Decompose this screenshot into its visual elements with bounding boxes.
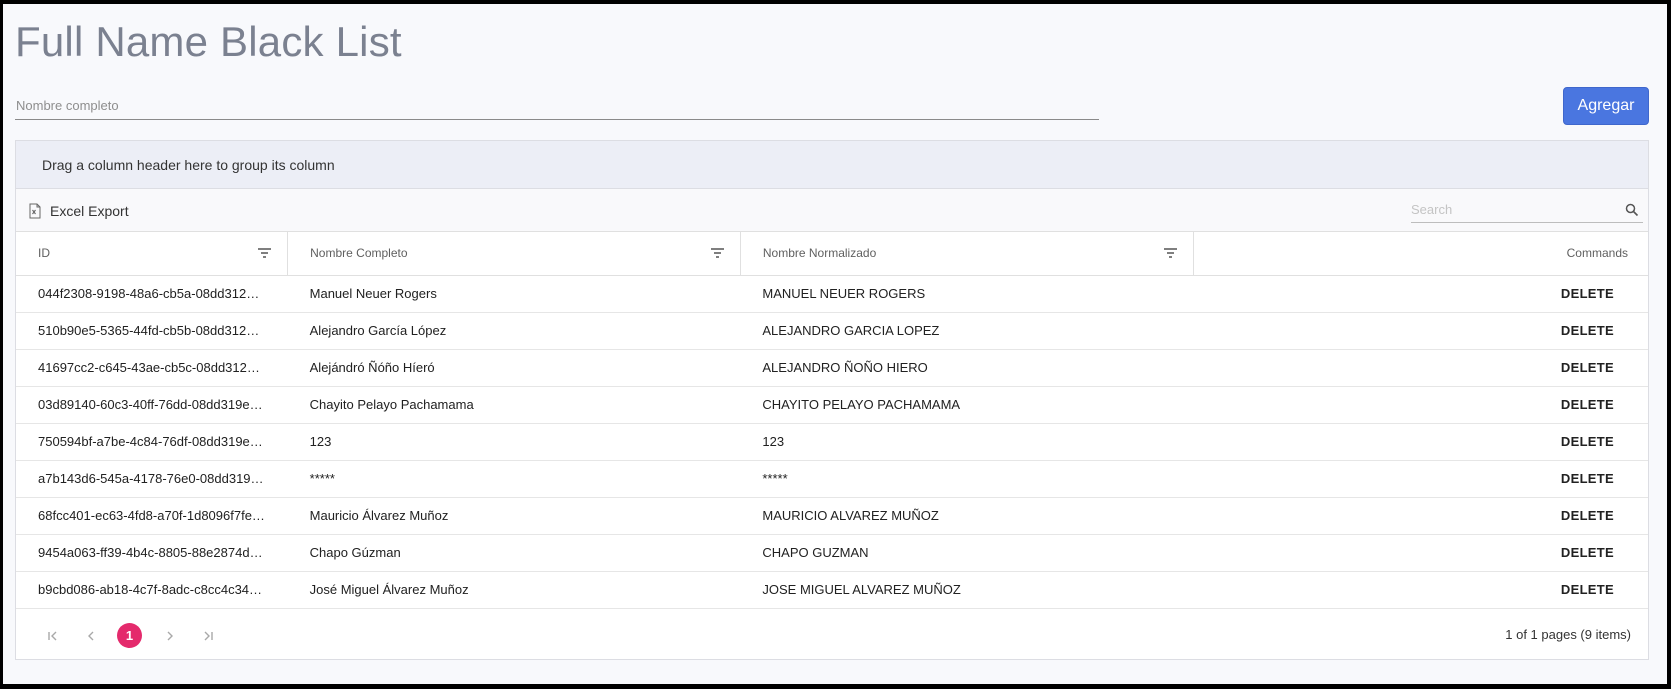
- cell-nombre-completo: Chapo Gúzman: [287, 534, 741, 572]
- cell-id: 68fcc401-ec63-4fd8-a70f-1d8096f7fe…: [16, 497, 288, 535]
- column-header-id[interactable]: ID: [16, 232, 289, 276]
- first-page-icon: [48, 631, 57, 640]
- table-row[interactable]: 750594bf-a7be-4c84-76df-08dd319ed… 123 1…: [16, 423, 1648, 461]
- next-page-icon: [167, 631, 173, 640]
- excel-export-label: Excel Export: [50, 202, 129, 219]
- search-icon[interactable]: [1625, 203, 1639, 217]
- cell-id: 510b90e5-5365-44fd-cb5b-08dd3127…: [16, 312, 288, 350]
- table-row[interactable]: b9cbd086-ab18-4c7f-8adc-c8cc4c34c… José …: [16, 571, 1648, 609]
- cell-id: 750594bf-a7be-4c84-76df-08dd319ed…: [16, 423, 288, 461]
- table-row[interactable]: 41697cc2-c645-43ae-cb5c-08dd3127… Aleján…: [16, 349, 1648, 387]
- page-title: Full Name Black List: [15, 18, 402, 65]
- cell-id: b9cbd086-ab18-4c7f-8adc-c8cc4c34c…: [16, 571, 288, 609]
- cell-nombre-completo: Mauricio Álvarez Muñoz: [287, 497, 741, 535]
- cell-id: 9454a063-ff39-4b4c-8805-88e2874de…: [16, 534, 288, 572]
- cell-commands: DELETE: [1193, 571, 1648, 609]
- filter-icon[interactable]: [1163, 247, 1177, 259]
- column-header-label: Commands: [1566, 246, 1628, 261]
- prev-page-icon: [88, 631, 94, 640]
- cell-commands: DELETE: [1193, 386, 1648, 424]
- column-header-commands: Commands: [1193, 232, 1648, 276]
- app-frame: Full Name Black List Agregar Drag a colu…: [3, 4, 1667, 684]
- table-row[interactable]: 9454a063-ff39-4b4c-8805-88e2874de… Chapo…: [16, 534, 1648, 572]
- cell-commands: DELETE: [1193, 423, 1648, 461]
- delete-button[interactable]: DELETE: [1561, 286, 1614, 301]
- column-header-nombre-completo[interactable]: Nombre Completo: [287, 232, 741, 276]
- cell-nombre-completo: *****: [287, 460, 741, 498]
- cell-nombre-completo: José Miguel Álvarez Muñoz: [287, 571, 741, 609]
- search-input[interactable]: [1411, 197, 1625, 222]
- cell-id: 044f2308-9198-48a6-cb5a-08dd3127…: [16, 275, 288, 313]
- cell-nombre-completo: Alejándró Ñóño Híeró: [287, 349, 741, 387]
- group-panel[interactable]: Drag a column header here to group its c…: [16, 141, 1648, 189]
- column-header-label: Nombre Normalizado: [762, 246, 877, 261]
- cell-commands: DELETE: [1193, 275, 1648, 313]
- add-button[interactable]: Agregar: [1563, 87, 1649, 125]
- excel-icon: [29, 203, 41, 218]
- delete-button[interactable]: DELETE: [1561, 323, 1614, 338]
- next-page-button[interactable]: [155, 621, 185, 651]
- cell-nombre-normalizado: JOSE MIGUEL ALVAREZ MUÑOZ: [740, 571, 1194, 609]
- table-row[interactable]: a7b143d6-545a-4178-76e0-08dd319e… ***** …: [16, 460, 1648, 498]
- table-row[interactable]: 03d89140-60c3-40ff-76dd-08dd319ed… Chayi…: [16, 386, 1648, 424]
- last-page-icon: [204, 631, 213, 640]
- column-header-label: Nombre Completo: [310, 246, 408, 261]
- last-page-button[interactable]: [193, 621, 223, 651]
- data-grid: Drag a column header here to group its c…: [15, 140, 1649, 660]
- delete-button[interactable]: DELETE: [1561, 508, 1614, 523]
- delete-button[interactable]: DELETE: [1561, 471, 1614, 486]
- first-page-button[interactable]: [38, 621, 68, 651]
- delete-button[interactable]: DELETE: [1561, 360, 1614, 375]
- page-number-current[interactable]: 1: [117, 623, 142, 648]
- delete-button[interactable]: DELETE: [1561, 434, 1614, 449]
- cell-commands: DELETE: [1193, 497, 1648, 535]
- full-name-input[interactable]: [15, 92, 1099, 120]
- filter-icon[interactable]: [710, 247, 724, 259]
- column-header-nombre-normalizado[interactable]: Nombre Normalizado: [740, 232, 1194, 276]
- table-row[interactable]: 68fcc401-ec63-4fd8-a70f-1d8096f7fe… Maur…: [16, 497, 1648, 535]
- cell-id: 41697cc2-c645-43ae-cb5c-08dd3127…: [16, 349, 288, 387]
- cell-nombre-completo: Manuel Neuer Rogers: [287, 275, 741, 313]
- cell-commands: DELETE: [1193, 460, 1648, 498]
- delete-button[interactable]: DELETE: [1561, 397, 1614, 412]
- delete-button[interactable]: DELETE: [1561, 545, 1614, 560]
- delete-button[interactable]: DELETE: [1561, 582, 1614, 597]
- pager: 1 1 of 1 pages (9 items): [16, 612, 1648, 659]
- cell-nombre-normalizado: CHAPO GUZMAN: [740, 534, 1194, 572]
- column-header-label: ID: [38, 246, 50, 261]
- grid-toolbar: Excel Export: [16, 189, 1648, 232]
- cell-id: a7b143d6-545a-4178-76e0-08dd319e…: [16, 460, 288, 498]
- cell-nombre-completo: Alejandro García López: [287, 312, 741, 350]
- cell-nombre-completo: 123: [287, 423, 741, 461]
- pager-info: 1 of 1 pages (9 items): [1505, 627, 1631, 642]
- cell-nombre-normalizado: MANUEL NEUER ROGERS: [740, 275, 1194, 313]
- cell-id: 03d89140-60c3-40ff-76dd-08dd319ed…: [16, 386, 288, 424]
- table-row[interactable]: 044f2308-9198-48a6-cb5a-08dd3127… Manuel…: [16, 275, 1648, 313]
- cell-nombre-normalizado: MAURICIO ALVAREZ MUÑOZ: [740, 497, 1194, 535]
- cell-commands: DELETE: [1193, 349, 1648, 387]
- excel-export-button[interactable]: Excel Export: [28, 189, 129, 232]
- grid-table: ID Nombre Completo Nombre Normalizado Co…: [16, 232, 1648, 609]
- cell-commands: DELETE: [1193, 534, 1648, 572]
- cell-nombre-normalizado: *****: [740, 460, 1194, 498]
- cell-nombre-normalizado: ALEJANDRO GARCIA LOPEZ: [740, 312, 1194, 350]
- cell-nombre-normalizado: CHAYITO PELAYO PACHAMAMA: [740, 386, 1194, 424]
- search-box: [1411, 197, 1643, 223]
- group-panel-text: Drag a column header here to group its c…: [42, 156, 335, 173]
- header-row: ID Nombre Completo Nombre Normalizado Co…: [16, 232, 1648, 276]
- cell-nombre-normalizado: ALEJANDRO ÑOÑO HIERO: [740, 349, 1194, 387]
- table-row[interactable]: 510b90e5-5365-44fd-cb5b-08dd3127… Alejan…: [16, 312, 1648, 350]
- cell-nombre-normalizado: 123: [740, 423, 1194, 461]
- prev-page-button[interactable]: [76, 621, 106, 651]
- cell-nombre-completo: Chayito Pelayo Pachamama: [287, 386, 741, 424]
- cell-commands: DELETE: [1193, 312, 1648, 350]
- filter-icon[interactable]: [258, 247, 272, 259]
